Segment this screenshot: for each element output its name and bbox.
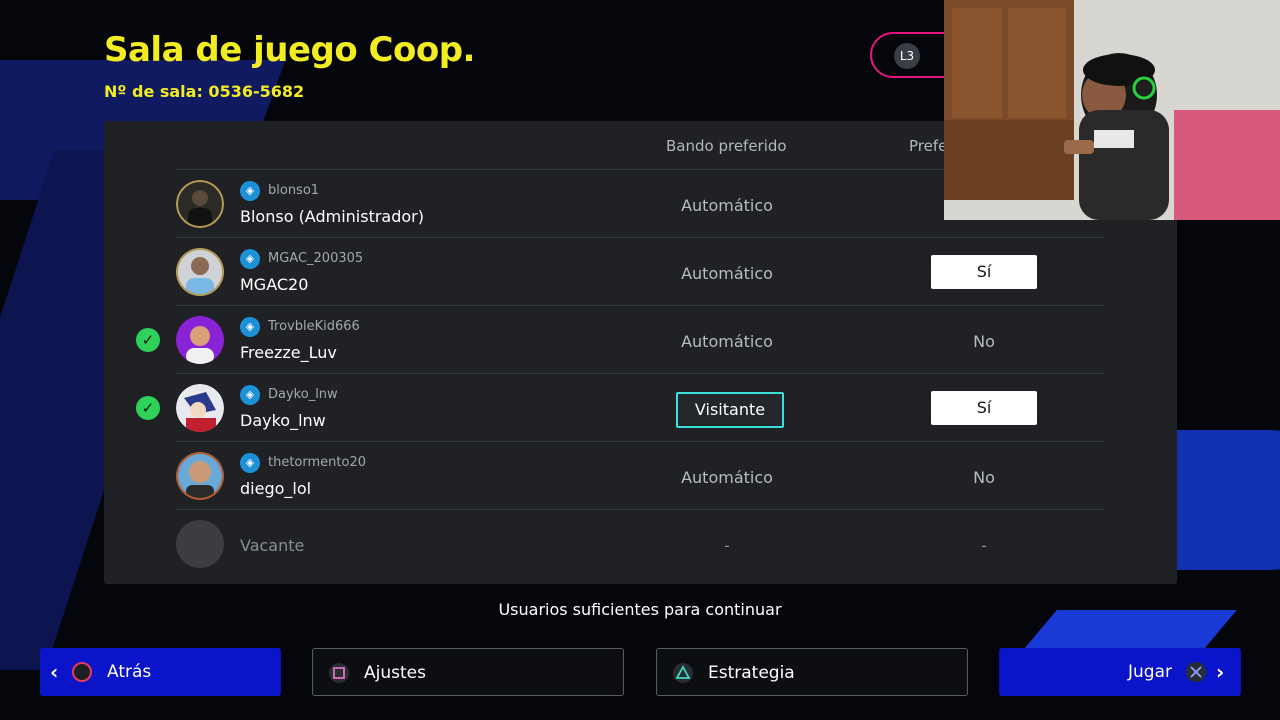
player-name: Freezze_Luv (240, 343, 337, 362)
play-button[interactable]: Jugar › (999, 648, 1241, 696)
playstation-icon: ◈ (240, 249, 260, 269)
player-psn-id: TrovbleKid666 (268, 319, 360, 334)
empty-avatar (176, 520, 224, 568)
playstation-icon: ◈ (240, 385, 260, 405)
player-psn-id: MGAC_200305 (268, 251, 364, 266)
player-name: Blonso (Administrador) (240, 207, 424, 226)
status-message: Usuarios suficientes para continuar (498, 600, 782, 619)
room-number: Nº de sala: 0536-5682 (104, 82, 305, 101)
playstation-icon: ◈ (240, 453, 260, 473)
cross-button-icon (1186, 662, 1206, 682)
player-avatar (176, 452, 224, 500)
column-header-preference: Prefe (909, 137, 948, 155)
preferred-side[interactable]: Automático (627, 196, 827, 215)
player-name: diego_lol (240, 479, 312, 498)
divider (176, 441, 1104, 442)
preferred-side[interactable]: Automático (627, 332, 827, 351)
playstation-icon: ◈ (240, 317, 260, 337)
back-button-label: Atrás (107, 662, 152, 682)
check-circle-icon: ✓ (136, 328, 160, 352)
preferred-side-selected[interactable]: Visitante (676, 392, 784, 428)
player-psn-id: Dayko_lnw (268, 387, 338, 402)
circle-button-icon (72, 662, 92, 682)
player-avatar (176, 248, 224, 296)
column-header-side: Bando preferido (666, 137, 787, 155)
back-button[interactable]: ‹ Atrás (40, 648, 281, 696)
preference-value[interactable]: No (924, 468, 1044, 487)
divider (176, 373, 1104, 374)
preference-button[interactable]: Sí (931, 255, 1037, 289)
preference-value[interactable]: No (924, 332, 1044, 351)
chevron-left-icon: ‹ (50, 660, 59, 684)
webcam-overlay (944, 0, 1280, 220)
settings-button-label: Ajustes (364, 663, 426, 683)
page-title: Sala de juego Coop. (104, 30, 475, 70)
preferred-side[interactable]: Automático (627, 264, 827, 283)
square-button-icon (329, 663, 349, 683)
settings-button[interactable]: Ajustes (312, 648, 624, 696)
preference-button[interactable]: Sí (931, 391, 1037, 425)
strategy-button-label: Estrategia (708, 663, 795, 683)
player-avatar (176, 384, 224, 432)
chevron-right-icon: › (1216, 660, 1225, 684)
l3-button-label: L3 (894, 43, 920, 69)
check-circle-icon: ✓ (136, 396, 160, 420)
vacant-slot-label: Vacante (240, 536, 305, 555)
player-avatar (176, 316, 224, 364)
preferred-side[interactable]: Automático (627, 468, 827, 487)
playstation-icon: ◈ (240, 181, 260, 201)
player-name: Dayko_lnw (240, 411, 326, 430)
divider (176, 305, 1104, 306)
player-name: MGAC20 (240, 275, 309, 294)
preference-value: - (981, 536, 987, 555)
triangle-button-icon (673, 663, 693, 683)
play-button-label: Jugar (1128, 662, 1172, 682)
player-avatar (176, 180, 224, 228)
preferred-side: - (724, 536, 730, 555)
player-psn-id: thetormento20 (268, 455, 366, 470)
divider (176, 509, 1104, 510)
strategy-button[interactable]: Estrategia (656, 648, 968, 696)
player-psn-id: blonso1 (268, 183, 320, 198)
divider (176, 237, 1104, 238)
